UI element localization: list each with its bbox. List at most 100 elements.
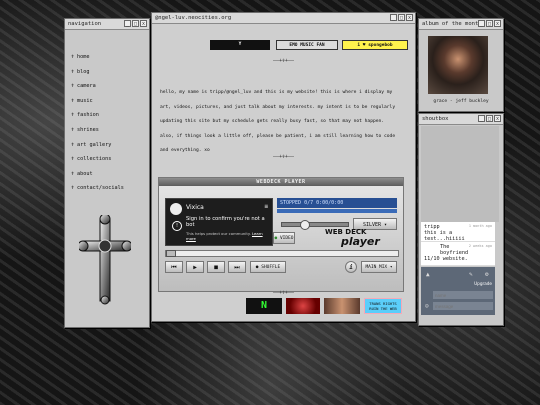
edit-icon[interactable]: ✎ — [469, 271, 473, 278]
info-button[interactable]: i — [345, 261, 357, 273]
nav-item-label: collections — [77, 156, 112, 163]
emoji-icon[interactable]: ☺ — [425, 303, 429, 310]
badge-spongebob[interactable]: i ♥ spongebob — [342, 40, 408, 50]
badge-red-art[interactable] — [286, 298, 320, 314]
badge-1[interactable]: Y — [210, 40, 270, 50]
alert-icon: ! — [172, 221, 182, 231]
lcd-strip — [277, 209, 397, 213]
shout-time: 1 month ago — [468, 224, 492, 228]
webdeck-logo-line2: player — [341, 235, 380, 248]
nav-item-label: art gallery — [77, 141, 112, 148]
shuffle-button[interactable]: ● SHUFFLE — [250, 261, 286, 273]
video-label: VIDEO — [279, 236, 294, 241]
video-screen[interactable]: Vixica ≡ ! Sign in to confirm you're not… — [165, 198, 273, 246]
nav-item-camera[interactable]: ✝ camera — [71, 79, 149, 94]
video-button[interactable]: ● VIDEO — [273, 232, 295, 244]
vixica-avatar — [170, 203, 182, 215]
nav-item-music[interactable]: ✝ music — [71, 94, 149, 109]
nav-item-home[interactable]: ✝ home — [71, 50, 149, 65]
nav-item-art-gallery[interactable]: ✝ art gallery — [71, 138, 149, 153]
minimize-button[interactable]: _ — [390, 14, 397, 21]
main-title: @ngel-luv.neocities.org — [155, 15, 232, 21]
nav-item-label: about — [77, 170, 93, 177]
navigation-title: navigation — [68, 21, 102, 27]
menu-icon[interactable]: ≡ — [264, 203, 268, 210]
settings-icon[interactable]: ⚙ — [485, 271, 489, 278]
maximize-button[interactable]: □ — [486, 20, 493, 27]
webdeck-player: WEBDECK PLAYER Vixica ≡ ! Sign in to con… — [158, 177, 404, 292]
nav-item-label: contact/socials — [77, 185, 124, 192]
close-button[interactable]: x — [494, 20, 501, 27]
shout-time: 2 weeks ago — [468, 244, 492, 248]
upgrade-link[interactable]: Upgrade — [474, 281, 492, 286]
mainmix-label: MAIN MIX — [365, 265, 388, 270]
shout-message: The boyfriend 11/10 website. 2 weeks ago — [421, 242, 495, 266]
shuffle-label: SHUFFLE — [261, 265, 281, 270]
maximize-button[interactable]: □ — [486, 115, 493, 122]
badge-trans-rights[interactable]: TRANS RIGHTS RUIN THE WEB — [364, 298, 402, 314]
bot-check-body: This helps protect our community. Learn … — [186, 231, 270, 241]
message-input[interactable] — [433, 302, 493, 310]
nav-item-collections[interactable]: ✝ collections — [71, 152, 149, 167]
divider: ——+♰+—— — [272, 58, 295, 64]
main-titlebar: @ngel-luv.neocities.org _ □ x — [152, 13, 415, 24]
nav-item-fashion[interactable]: ✝ fashion — [71, 108, 149, 123]
chevron-down-icon: ▾ — [389, 265, 393, 270]
badge-emo-music-fan[interactable]: EMO MUSIC FAN — [276, 40, 338, 50]
shoutbox-titlebar: shoutbox _ □ x — [419, 114, 503, 125]
badge-portrait[interactable] — [324, 298, 360, 314]
shout-message: tripp this is a test...hiiiii 1 month ag… — [421, 222, 495, 242]
nav-item-label: camera — [77, 83, 96, 90]
next-button[interactable]: ⏭ — [228, 261, 246, 273]
nav-item-label: music — [77, 97, 93, 104]
nav-item-label: home — [77, 54, 90, 60]
mainmix-select[interactable]: MAIN MIX ▾ — [361, 261, 397, 273]
minimize-button[interactable]: _ — [124, 20, 131, 27]
seek-handle[interactable] — [166, 250, 176, 257]
nav-item-label: fashion — [77, 112, 99, 119]
minimize-button[interactable]: _ — [478, 20, 485, 27]
nav-item-blog[interactable]: ✝ blog — [71, 65, 149, 80]
intro-text: hello, my name is tripp/@ngel_luv and th… — [160, 90, 396, 153]
album-cover — [428, 36, 488, 94]
nav-list: ✝ home ✝ blog ✝ camera ✝ music ✝ fashion ✝ shr… — [65, 50, 149, 196]
vixica-name: Vixica — [186, 204, 204, 211]
shoutbox-area — [421, 126, 499, 222]
album-title: album of the month — [422, 21, 482, 27]
navigation-titlebar: navigation _ □ x — [65, 19, 149, 30]
divider: ——+♰+—— — [272, 290, 295, 296]
shout-form: ▲ ✎ ⚙ Upgrade ☺ — [421, 267, 495, 315]
nav-item-shrines[interactable]: ✝ shrines — [71, 123, 149, 138]
main-content: Y EMO MUSIC FAN i ♥ spongebob ——+♰+—— he… — [152, 24, 415, 321]
close-button[interactable]: x — [494, 115, 501, 122]
close-button[interactable]: x — [140, 20, 147, 27]
volume-slider[interactable] — [281, 220, 349, 230]
bot-check-heading: Sign in to confirm you're not a bot — [186, 216, 265, 228]
maximize-button[interactable]: □ — [398, 14, 405, 21]
prev-button[interactable]: ⏮ — [165, 261, 183, 273]
main-window: @ngel-luv.neocities.org _ □ x Y EMO MUSI… — [151, 12, 416, 322]
maximize-button[interactable]: □ — [132, 20, 139, 27]
album-caption: grace - jeff buckley — [433, 99, 489, 104]
lcd-display: STOPPED 0/7 0:00/0:00 — [277, 198, 397, 208]
shoutbox-title: shoutbox — [422, 116, 449, 122]
nav-item-about[interactable]: ✝ about — [71, 167, 149, 182]
nav-item-label: shrines — [77, 126, 99, 133]
name-input[interactable] — [433, 291, 493, 299]
stop-button[interactable]: ■ — [207, 261, 225, 273]
close-button[interactable]: x — [406, 14, 413, 21]
play-button[interactable]: ▶ — [186, 261, 204, 273]
shuffle-dot-icon: ● — [255, 265, 259, 270]
album-titlebar: album of the month _ □ x — [419, 19, 503, 30]
volume-knob[interactable] — [300, 220, 310, 230]
bell-icon[interactable]: ▲ — [426, 271, 430, 278]
seek-bar[interactable] — [165, 250, 399, 257]
ornate-cross-icon — [79, 215, 131, 305]
video-dot-icon: ● — [274, 236, 278, 241]
nav-item-contact[interactable]: ✝ contact/socials — [71, 181, 149, 196]
minimize-button[interactable]: _ — [478, 115, 485, 122]
player-title: WEBDECK PLAYER — [159, 178, 403, 186]
divider: ——+♰+—— — [272, 154, 295, 160]
badge-monster[interactable]: N — [246, 298, 282, 314]
shout-text: 11/10 website. — [424, 256, 468, 262]
